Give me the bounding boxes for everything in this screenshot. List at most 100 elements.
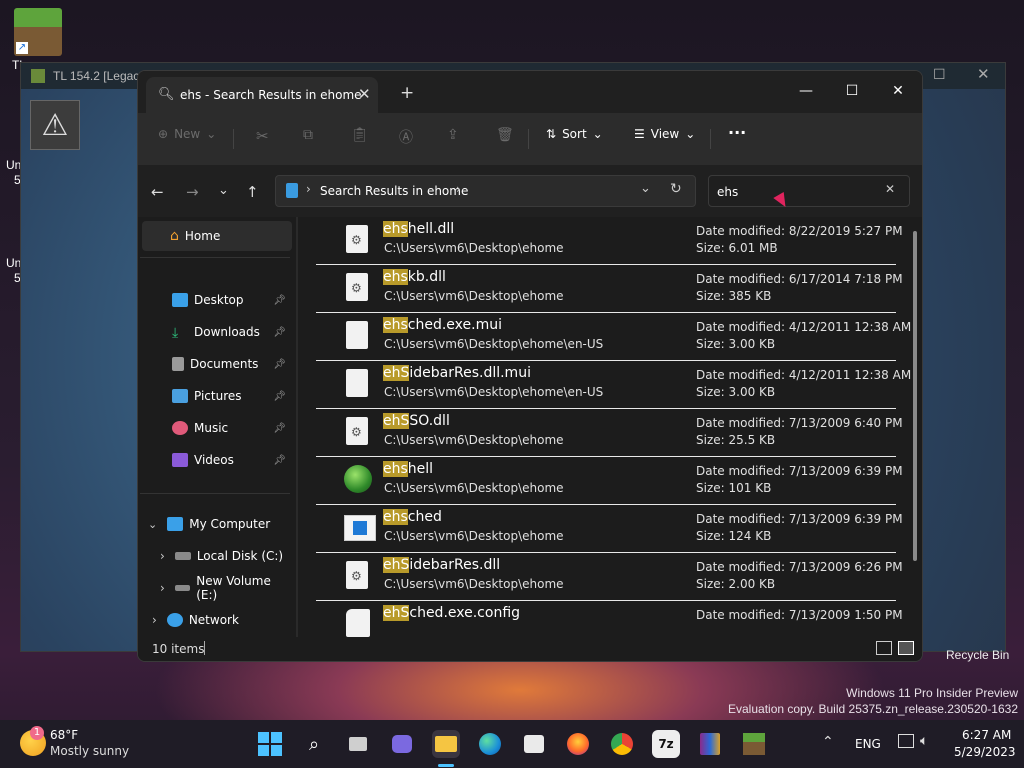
file-size: Size: 2.00 KB (696, 577, 776, 591)
cut-button[interactable]: ✂ (256, 127, 269, 145)
search-box[interactable]: ✕ (708, 175, 910, 207)
chevron-right-icon[interactable]: › (152, 613, 157, 627)
minecraft-taskbar-icon[interactable] (740, 730, 768, 758)
file-name: ehshell.dll (383, 221, 454, 237)
volume-icon[interactable]: 🔈︎ (920, 733, 928, 749)
address-bar[interactable]: › Search Results in ehome › ⌄ ↻ (275, 175, 696, 207)
address-row: ← → ⌄ ↑ › Search Results in ehome › ⌄ ↻ … (138, 165, 922, 217)
address-dropdown-icon[interactable]: ⌄ (640, 181, 651, 196)
chevron-right-icon[interactable]: › (160, 549, 165, 563)
nav-item-downloads[interactable]: ⤓ Downloads 📌︎ (142, 317, 292, 347)
vertical-scrollbar[interactable] (913, 231, 917, 561)
clock-date[interactable]: 5/29/2023 (954, 745, 1016, 759)
firefox-icon[interactable] (564, 730, 592, 758)
nav-item-documents[interactable]: Documents 📌︎ (142, 349, 292, 379)
tab-search-results[interactable]: 🔍︎ ehs - Search Results in ehome ✕ (146, 77, 378, 113)
task-view-icon[interactable] (344, 730, 372, 758)
file-row[interactable]: ⚙ ehSidebarRes.dll C:\Users\vm6\Desktop\… (316, 553, 903, 601)
view-button[interactable]: ☰ View ⌄ (634, 127, 695, 141)
pin-icon[interactable]: 📌︎ (273, 359, 286, 370)
language-indicator[interactable]: ENG (855, 737, 881, 751)
search-input[interactable] (715, 182, 879, 202)
nav-item-new-volume[interactable]: › New Volume (E:) (142, 573, 292, 603)
file-row[interactable]: ehSched.exe.config Date modified: 7/13/2… (316, 601, 903, 637)
sort-button[interactable]: ⇅ Sort ⌄ (546, 127, 603, 141)
active-indicator (438, 764, 454, 767)
rename-button[interactable]: Ⓐ (399, 127, 413, 147)
file-row[interactable]: ehsched C:\Users\vm6\Desktop\ehome Date … (316, 505, 903, 553)
file-row[interactable]: ⚙ ehskb.dll C:\Users\vm6\Desktop\ehome D… (316, 265, 903, 313)
edge-icon[interactable] (476, 730, 504, 758)
tiles-view-icon[interactable] (898, 641, 914, 655)
music-icon (172, 421, 188, 435)
tab-title: ehs - Search Results in ehome (180, 88, 362, 102)
nav-item-videos[interactable]: Videos 📌︎ (142, 445, 292, 475)
file-path: C:\Users\vm6\Desktop\ehome (384, 529, 564, 543)
back-arrow-icon[interactable]: ← (151, 183, 164, 201)
copy-button[interactable]: ⧉ (303, 127, 313, 143)
forward-arrow-icon[interactable]: → (186, 183, 199, 201)
tab-close-icon[interactable]: ✕ (358, 85, 371, 103)
file-row[interactable]: ⚙ ehSSO.dll C:\Users\vm6\Desktop\ehome D… (316, 409, 903, 457)
title-bar[interactable]: 🔍︎ ehs - Search Results in ehome ✕ + — ☐… (138, 71, 922, 113)
weather-desc[interactable]: Mostly sunny (50, 744, 129, 758)
file-row[interactable]: ehSidebarRes.dll.mui C:\Users\vm6\Deskto… (316, 361, 911, 409)
start-button[interactable] (256, 730, 284, 758)
file-explorer-taskbar-icon[interactable] (432, 730, 460, 758)
nav-item-local-disk[interactable]: › Local Disk (C:) (142, 541, 292, 571)
nav-item-desktop[interactable]: Desktop 📌︎ (142, 285, 292, 315)
config-file-icon (346, 609, 370, 637)
clear-search-icon[interactable]: ✕ (885, 182, 895, 196)
details-view-icon[interactable] (876, 641, 892, 655)
share-button[interactable]: ⇪ (447, 127, 459, 143)
7zip-icon[interactable]: 7z (652, 730, 680, 758)
store-icon[interactable] (520, 730, 548, 758)
breadcrumb-chevron-icon[interactable]: › (456, 182, 461, 196)
file-date: Date modified: 4/12/2011 12:38 AM (696, 320, 912, 334)
recycle-bin-label[interactable]: Recycle Bin (946, 648, 1009, 662)
clock-time[interactable]: 6:27 AM (962, 728, 1011, 742)
recent-chevron-icon[interactable]: ⌄ (218, 183, 229, 198)
nav-divider (140, 493, 290, 494)
search-icon[interactable]: ⌕ (300, 730, 328, 758)
view-list-icon: ☰ (634, 127, 645, 141)
refresh-icon[interactable]: ↻ (670, 181, 682, 197)
minimize-button[interactable]: — (783, 77, 829, 105)
file-row[interactable]: ehshell C:\Users\vm6\Desktop\ehome Date … (316, 457, 903, 505)
pin-icon[interactable]: 📌︎ (273, 455, 286, 466)
close-icon[interactable]: ✕ (977, 65, 990, 83)
maximize-icon[interactable]: ☐ (933, 67, 946, 83)
breadcrumb-path[interactable]: Search Results in ehome (320, 184, 468, 198)
windows-orb-icon (344, 465, 372, 493)
file-explorer-window[interactable]: 🔍︎ ehs - Search Results in ehome ✕ + — ☐… (137, 70, 923, 662)
nav-item-my-computer[interactable]: ⌄ My Computer (142, 509, 292, 539)
pin-icon[interactable]: 📌︎ (273, 295, 286, 306)
file-row[interactable]: ehsched.exe.mui C:\Users\vm6\Desktop\eho… (316, 313, 911, 361)
teams-chat-icon[interactable] (388, 730, 416, 758)
up-arrow-icon[interactable]: ↑ (246, 183, 259, 201)
file-row[interactable]: ⚙ ehshell.dll C:\Users\vm6\Desktop\ehome… (316, 217, 903, 265)
see-more-button[interactable]: ··· (728, 123, 746, 142)
documents-icon (172, 357, 184, 371)
network-status-icon[interactable] (898, 734, 914, 748)
show-hidden-icons-chevron-icon[interactable]: ⌃ (822, 734, 834, 750)
weather-temp[interactable]: 68°F (50, 728, 78, 742)
pin-icon[interactable]: 📌︎ (273, 327, 286, 338)
chevron-right-icon[interactable]: › (160, 581, 165, 595)
pin-icon[interactable]: 📌︎ (273, 423, 286, 434)
nav-item-network[interactable]: › Network (142, 605, 292, 635)
chrome-icon[interactable] (608, 730, 636, 758)
winrar-icon[interactable] (696, 730, 724, 758)
pin-icon[interactable]: 📌︎ (273, 391, 286, 402)
nav-item-music[interactable]: Music 📌︎ (142, 413, 292, 443)
new-tab-button[interactable]: + (400, 83, 414, 103)
paste-button[interactable]: 📋︎ (351, 127, 369, 143)
new-button[interactable]: ⊕ New ⌄ (158, 127, 216, 141)
close-button[interactable]: ✕ (875, 77, 921, 105)
nav-item-pictures[interactable]: Pictures 📌︎ (142, 381, 292, 411)
match-highlight: ehS (383, 413, 410, 429)
chevron-down-icon[interactable]: ⌄ (148, 518, 157, 531)
delete-button[interactable]: 🗑︎ (496, 127, 514, 143)
maximize-button[interactable]: ☐ (829, 77, 875, 105)
nav-item-home[interactable]: ⌂ Home (142, 221, 292, 251)
